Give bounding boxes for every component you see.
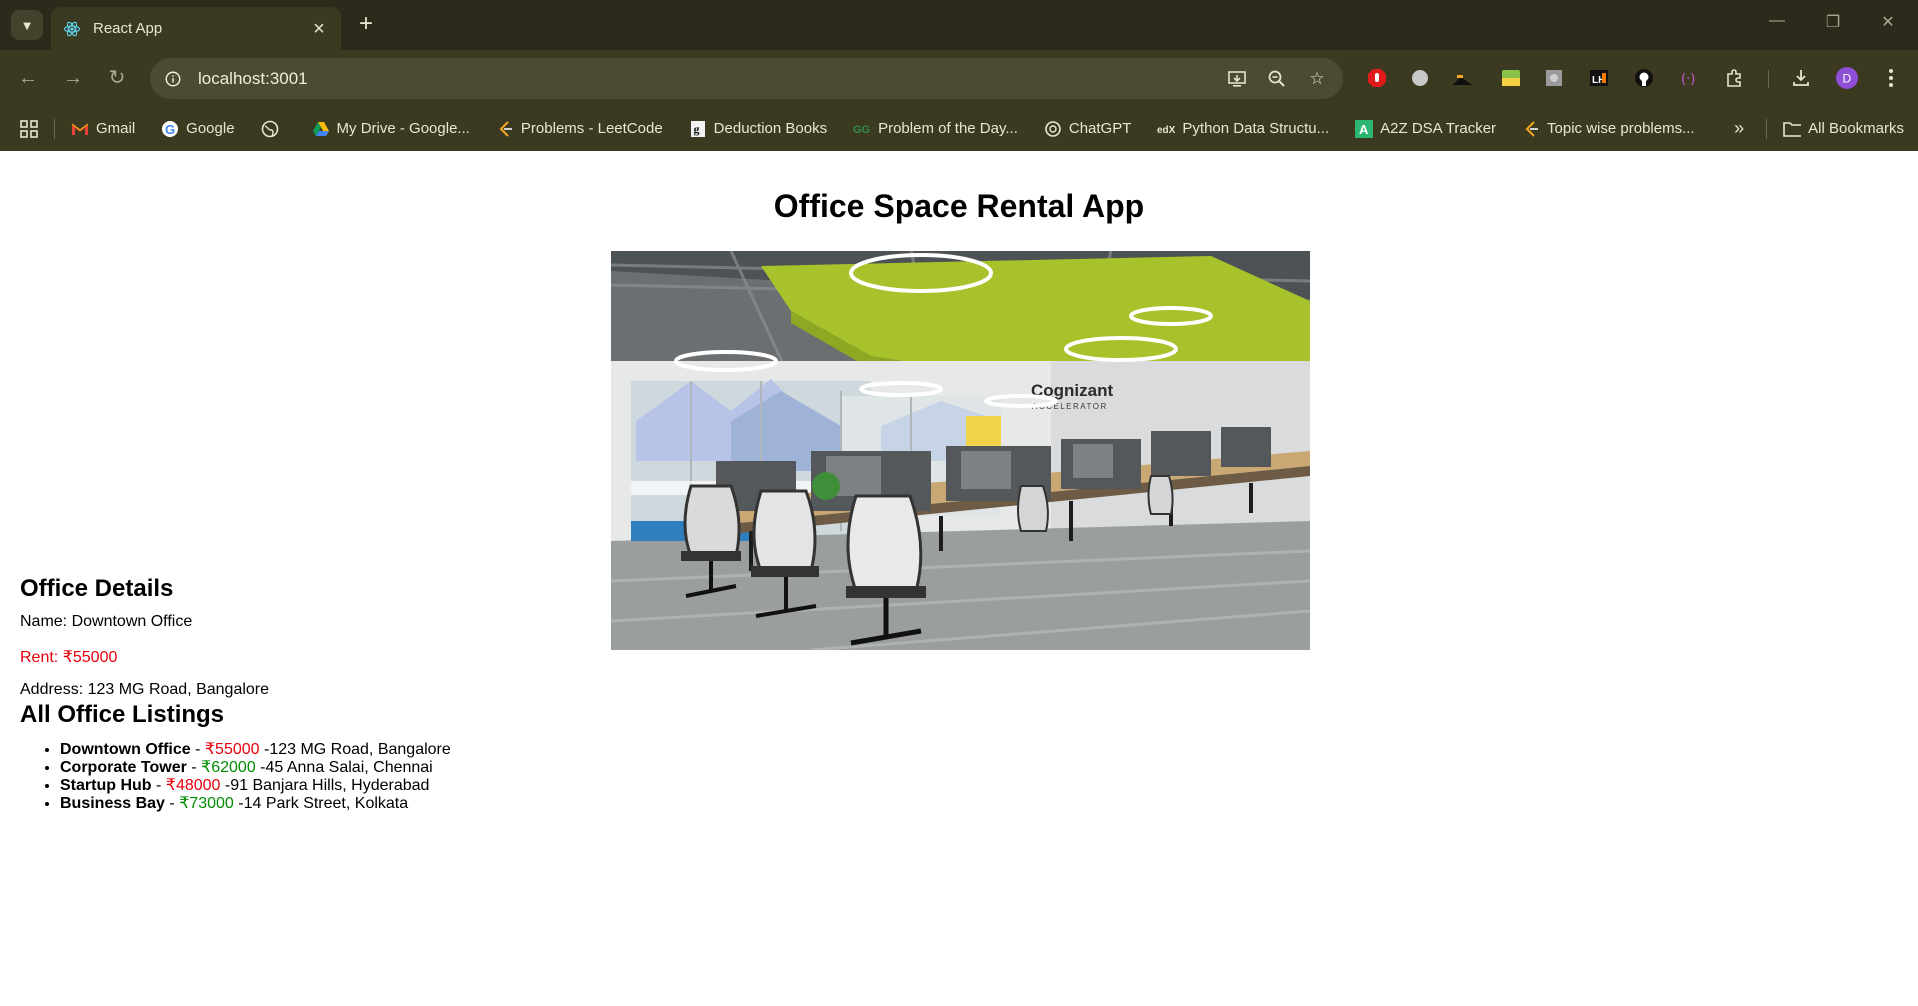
chatgpt-icon	[1044, 120, 1062, 138]
tab-react-app[interactable]: React App ×	[51, 7, 341, 50]
list-item: Downtown Office - ₹55000 -123 MG Road, B…	[60, 741, 451, 759]
bookmark-leetcode-problems[interactable]: Problems - LeetCode	[496, 120, 663, 138]
bookmark-gmail[interactable]: Gmail	[71, 120, 135, 138]
bookmark-google[interactable]: G Google	[161, 120, 235, 138]
extensions-puzzle-icon[interactable]	[1721, 64, 1749, 92]
office-rent: Rent: ₹55000	[20, 649, 118, 666]
office-address: Address: 123 MG Road, Bangalore	[20, 681, 270, 698]
page-title: Office Space Rental App	[773, 188, 1145, 224]
listing-name: Corporate Tower	[60, 759, 187, 776]
bookmark-deduction-books[interactable]: g Deduction Books	[689, 120, 827, 138]
url-text: localhost:3001	[198, 68, 308, 88]
listing-address: -14 Park Street, Kolkata	[233, 795, 409, 812]
bookmarks-bar: Gmail G Google My Drive - Google... Prob…	[0, 106, 1918, 151]
svg-text:edX: edX	[1157, 125, 1175, 135]
extension-broadcast-icon[interactable]: (·)	[1677, 64, 1705, 92]
page-content: Office Space Rental App Cognizant ACCELE…	[0, 151, 1918, 1006]
books-icon: g	[689, 120, 707, 138]
lighthouse-lh-icon[interactable]: LH	[1585, 64, 1613, 92]
apps-grid-icon[interactable]	[20, 119, 38, 138]
bookmark-gfg-potd[interactable]: GG Problem of the Day...	[853, 120, 1018, 138]
star-icon[interactable]: ☆	[1303, 65, 1331, 93]
listing-name: Business Bay	[60, 795, 165, 812]
listing-name: Downtown Office	[60, 741, 191, 758]
site-info-icon[interactable]	[162, 68, 184, 90]
svg-text:A: A	[1359, 122, 1369, 137]
new-tab-button[interactable]: +	[352, 11, 380, 39]
address-bar[interactable]: localhost:3001 ☆	[150, 58, 1343, 99]
browser-chrome: ▼ React App × + — ❐ ✕ ← → ↻ localhost:30…	[0, 0, 1918, 151]
tab-title: React App	[93, 20, 163, 37]
office-name: Name: Downtown Office	[20, 613, 193, 630]
listing-rent: ₹73000	[179, 795, 234, 812]
gfg-icon: GG	[853, 120, 871, 138]
listing-name: Startup Hub	[60, 777, 152, 794]
install-app-icon[interactable]	[1223, 65, 1251, 93]
svg-text:D: D	[1843, 72, 1852, 86]
edx-icon: edX	[1157, 120, 1175, 138]
bookmark-topic-wise[interactable]: Topic wise problems...	[1522, 120, 1695, 138]
svg-text:g: g	[693, 122, 699, 136]
svg-text:(·): (·)	[1681, 72, 1695, 86]
listing-rent: ₹62000	[201, 759, 256, 776]
globe-icon	[261, 120, 279, 138]
back-button[interactable]: ←	[14, 64, 42, 92]
listing-address: -91 Banjara Hills, Hyderabad	[220, 777, 430, 794]
adblock-icon[interactable]	[1363, 64, 1391, 92]
list-item: Corporate Tower - ₹62000 -45 Anna Salai,…	[60, 759, 451, 777]
react-icon	[63, 20, 81, 38]
minimize-button[interactable]: —	[1762, 12, 1792, 36]
all-bookmarks-button[interactable]: All Bookmarks	[1783, 120, 1904, 138]
bookmark-chatgpt[interactable]: ChatGPT	[1044, 120, 1131, 138]
listing-address: -45 Anna Salai, Chennai	[255, 759, 433, 776]
bookmark-globe[interactable]	[261, 120, 286, 138]
extension-dark-icon[interactable]	[1448, 64, 1476, 92]
chevron-down-icon: ▼	[20, 17, 34, 33]
github-icon[interactable]	[1630, 64, 1658, 92]
leetcode-icon	[496, 120, 514, 138]
leetcode-icon	[1522, 120, 1540, 138]
bookmark-a2z-dsa[interactable]: A A2Z DSA Tracker	[1355, 119, 1496, 138]
all-listings-heading: All Office Listings	[20, 701, 225, 728]
listing-address: -123 MG Road, Bangalore	[259, 741, 451, 758]
toolbar: ← → ↻ localhost:3001 ☆ LH (·) D	[0, 50, 1918, 106]
svg-text:GG: GG	[853, 124, 870, 135]
listing-rent: ₹55000	[204, 741, 260, 758]
download-icon[interactable]	[1787, 64, 1815, 92]
list-item: Business Bay - ₹73000 -14 Park Street, K…	[60, 795, 451, 813]
more-bookmarks-icon[interactable]: »	[1734, 118, 1744, 139]
extension-green-icon[interactable]	[1497, 64, 1525, 92]
listing-rent: ₹48000	[165, 777, 221, 794]
office-listings: Downtown Office - ₹55000 -123 MG Road, B…	[60, 741, 451, 813]
office-image: Cognizant ACCELERATOR	[611, 251, 1310, 650]
menu-kebab-icon[interactable]	[1877, 64, 1905, 92]
restore-button[interactable]: ❐	[1818, 12, 1848, 36]
profile-avatar[interactable]: D	[1833, 64, 1861, 92]
reload-button[interactable]: ↻	[103, 64, 131, 92]
tab-search-button[interactable]: ▼	[11, 10, 43, 40]
office-details-heading: Office Details	[20, 575, 174, 602]
list-item: Startup Hub - ₹48000 -91 Banjara Hills, …	[60, 777, 451, 795]
folder-icon	[1783, 120, 1802, 138]
zoom-icon[interactable]	[1263, 65, 1291, 93]
gmail-icon	[71, 120, 89, 138]
extension-grey-icon[interactable]	[1406, 64, 1434, 92]
bookmark-my-drive[interactable]: My Drive - Google...	[312, 120, 470, 138]
extension-box-icon[interactable]	[1540, 64, 1568, 92]
google-icon: G	[161, 120, 179, 138]
drive-icon	[312, 120, 330, 138]
bookmark-python-ds[interactable]: edX Python Data Structu...	[1157, 120, 1329, 138]
forward-button[interactable]: →	[59, 64, 87, 92]
close-icon[interactable]: ×	[309, 19, 329, 39]
window-close-button[interactable]: ✕	[1873, 12, 1903, 36]
a2z-icon: A	[1355, 119, 1374, 138]
tab-strip: ▼ React App × + — ❐ ✕	[0, 0, 1918, 50]
svg-text:G: G	[165, 122, 175, 137]
